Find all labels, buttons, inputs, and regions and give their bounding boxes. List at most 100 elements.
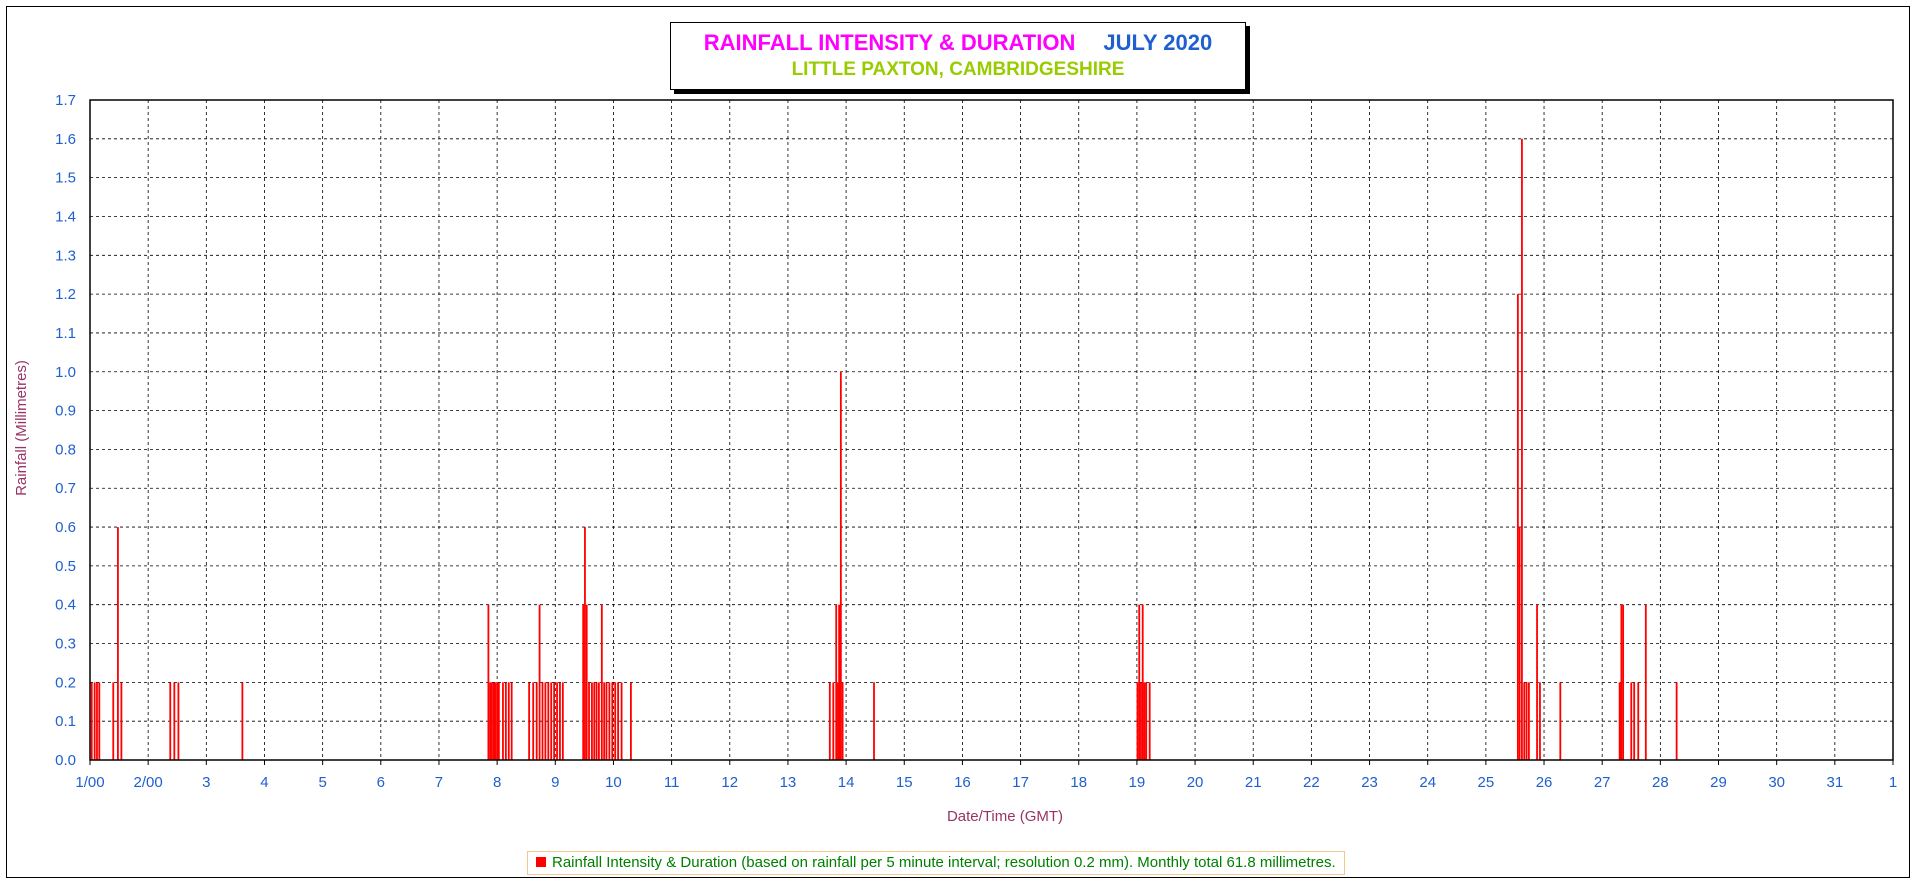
rainfall-bar [1528,682,1530,760]
rainfall-bar [593,682,596,760]
rainfall-bar [489,682,492,760]
x-tick-label: 3 [202,774,210,791]
y-tick-label: 1.4 [55,208,76,225]
rainfall-bar [839,371,842,760]
rainfall-bar [1618,682,1621,760]
rainfall-bar [828,682,831,760]
rainfall-bar [112,682,115,760]
x-tick-label: 5 [318,774,326,791]
x-tick-label: 8 [493,774,501,791]
rainfall-bar [1644,604,1647,760]
x-tick-label: 22 [1303,774,1320,791]
x-tick-label: 17 [1012,774,1029,791]
y-tick-label: 0.8 [55,441,76,458]
y-tick-label: 0.1 [55,713,76,730]
rainfall-bar [582,604,585,760]
rainfall-bar [1145,682,1148,760]
chart-title-line: RAINFALL INTENSITY & DURATION JULY 2020 [671,30,1245,56]
rainfall-chart: 0.0 0.1 0.2 0.3 0.4 0.5 0.6 0.7 0.8 0.9 1.0 1.1 1.2 1… [13,92,1897,825]
x-tick-label: 29 [1710,774,1727,791]
x-tick-label: 18 [1070,774,1087,791]
rainfall-bar [169,682,172,760]
rainfall-bar [96,682,98,760]
y-tick-label: 1.0 [55,364,76,381]
y-tick-label: 1.1 [55,325,76,342]
rainfall-bar [617,682,619,760]
rainfall-bar [841,682,844,760]
legend-swatch [536,857,546,867]
x-tick-label: 14 [838,774,855,791]
rainfall-bar [1143,682,1146,760]
rainfall-bar [591,682,593,760]
rainfall-bar [873,682,875,760]
y-tick-label: 1.6 [55,131,76,148]
y-tick-label: 0.3 [55,636,76,653]
rainfall-bar [1633,682,1636,760]
x-tick-label: 19 [1129,774,1146,791]
rainfall-bar [532,682,535,760]
rainfall-bar [600,604,603,760]
x-tick-label: 11 [664,774,680,791]
rainfall-bar [630,682,632,760]
rainfall-bar [502,682,504,760]
x-tick-label: 16 [954,774,971,791]
rainfall-bar [1675,682,1678,760]
rainfall-bar [507,682,510,760]
x-tick-label: 12 [721,774,738,791]
rainfall-bar [538,604,541,760]
y-tick-label: 0.2 [55,674,76,691]
x-tick-label: 10 [605,774,622,791]
rainfall-bar [1516,294,1519,760]
rainfall-bar [173,682,176,760]
y-tick-label: 0.7 [55,480,76,497]
rainfall-bar [177,682,180,760]
x-tick-label: 31 [1826,774,1843,791]
x-tick-label: 28 [1652,774,1669,791]
y-tick-label: 0.4 [55,597,76,614]
rainfall-bar [487,604,490,760]
rainfall-bar [1138,604,1141,760]
rainfall-bar [494,682,497,760]
rainfall-bar [1539,682,1541,760]
x-tick-label: 13 [780,774,797,791]
rainfall-bar [497,682,500,760]
rainfall-bar [553,682,556,760]
rainfall-bar [584,527,586,760]
x-tick-label: 1 [1889,774,1897,791]
rainfall-bar [1148,682,1151,760]
rainfall-bar [492,682,495,760]
rainfall-bar [1622,604,1625,760]
rainfall-bar [510,682,513,760]
rainfall-bar [611,682,614,760]
y-tick-label: 0.9 [55,403,76,420]
rainfall-bar [608,682,611,760]
y-tick-label: 1.2 [55,286,76,303]
rainfall-bar [1141,604,1144,760]
rainfall-bar [561,682,564,760]
x-tick-label: 1/00 [75,774,104,791]
x-tick-label: 25 [1478,774,1495,791]
x-tick-label: 24 [1419,774,1436,791]
rainfall-bar [541,682,544,760]
x-tick-label: 9 [551,774,559,791]
rainfall-bar [1518,527,1521,760]
x-tick-label: 30 [1768,774,1785,791]
x-tick-label: 20 [1187,774,1204,791]
rainfall-bar [1136,682,1139,760]
rainfall-bar [1140,682,1142,760]
chart-title: RAINFALL INTENSITY & DURATION [703,30,1076,55]
rainfall-bar [120,682,123,760]
rainfall-bar [595,682,598,760]
rainfall-bar [1637,682,1640,760]
rainfall-bar [832,682,835,760]
rainfall-bar [559,682,561,760]
y-tick-label: 0.6 [55,519,76,536]
x-axis-title: Date/Time (GMT) [947,808,1063,825]
x-tick-label: 15 [896,774,913,791]
rainfall-bar [504,682,507,760]
rainfall-bar [528,682,531,760]
rainfall-bar [535,682,538,760]
rainfall-bar [588,682,590,760]
rainfall-bar [838,604,841,760]
rainfall-bar [90,682,93,760]
